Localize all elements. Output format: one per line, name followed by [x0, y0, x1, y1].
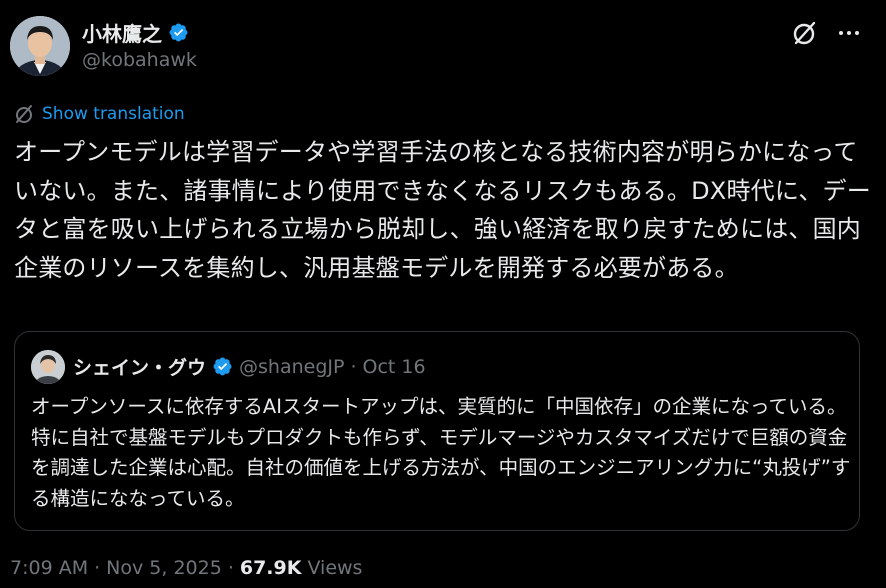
author-handle[interactable]: @kobahawk: [82, 49, 197, 71]
grok-button[interactable]: [790, 18, 820, 48]
show-translation-link[interactable]: Show translation: [14, 103, 185, 125]
quote-author-avatar[interactable]: [31, 350, 65, 384]
tweet-text: オープンモデルは学習データや学習手法の核となる技術内容が明らかになっていない。ま…: [14, 138, 871, 282]
translate-icon: [16, 105, 32, 123]
footer-separator: ·: [94, 557, 101, 579]
show-translation-label[interactable]: Show translation: [42, 104, 185, 124]
quote-date[interactable]: Oct 16: [363, 356, 426, 378]
quote-author-handle[interactable]: @shanegJP: [239, 356, 344, 378]
views-count: 67.9K: [239, 557, 302, 579]
grok-icon: [793, 21, 816, 45]
verified-badge-icon: [169, 23, 188, 42]
author-name[interactable]: 小林鷹之: [82, 18, 162, 47]
verified-badge-icon: [213, 357, 232, 376]
author-name-row[interactable]: 小林鷹之: [82, 18, 189, 47]
quote-text: オープンソースに依存するAIスタートアップは、実質的に「中国依存」の企業になって…: [31, 395, 851, 510]
quote-header: シェイン・グウ @shanegJP · Oct 16: [73, 353, 426, 380]
tweet-footer: 7:09 AM · Nov 5, 2025 · 67.9K Views: [10, 557, 362, 579]
quote-separator: ·: [350, 355, 357, 378]
tweet-date[interactable]: Nov 5, 2025: [106, 557, 222, 579]
more-options-button[interactable]: [834, 18, 864, 48]
views-label: Views: [307, 557, 363, 579]
footer-separator: ·: [227, 557, 234, 579]
tweet-time[interactable]: 7:09 AM: [10, 557, 88, 579]
quote-author-name[interactable]: シェイン・グウ: [73, 353, 206, 380]
quoted-tweet-card[interactable]: シェイン・グウ @shanegJP · Oct 16 オープンソースに依存するA…: [14, 331, 860, 531]
author-avatar[interactable]: [10, 16, 70, 76]
more-icon: [839, 31, 859, 35]
